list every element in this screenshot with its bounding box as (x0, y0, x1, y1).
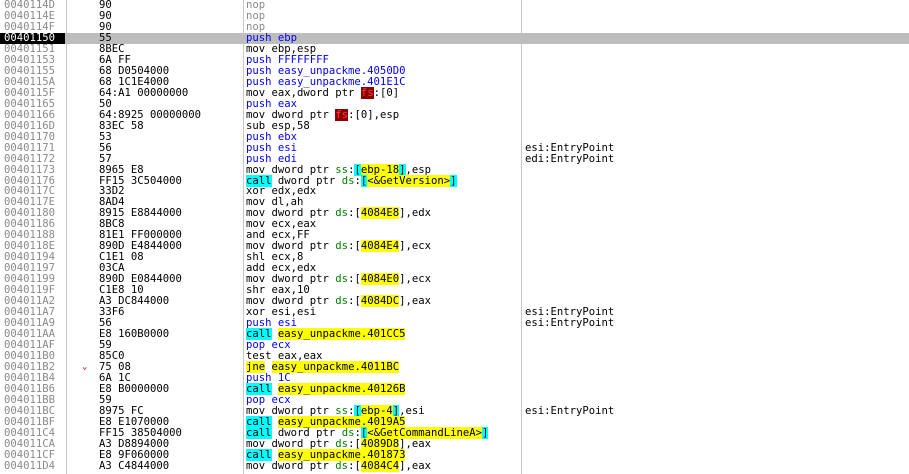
instruction-row[interactable]: 00401150 55 push ebp (0, 32, 909, 44)
address: 00401172 (4, 152, 56, 165)
instruction-token: mov dword ptr (246, 459, 336, 472)
instruction-row[interactable]: 00401170 53 push ebx (0, 130, 909, 143)
instruction-token: ],ecx (399, 240, 431, 253)
instruction-token: ds (341, 174, 355, 187)
instruction-token: ],eax (399, 295, 431, 308)
instruction-token: ,esp (405, 163, 432, 176)
disassembly-view[interactable]: 0040114D 90 nop 0040114E 90 nop 0040114F 90 nop 0… (0, 0, 909, 474)
instruction-token: ] (450, 174, 457, 187)
instruction-token: :[ (348, 295, 361, 308)
instruction-list: 0040114D 90 nop 0040114E 90 nop 0040114F 90 nop 0… (0, 0, 909, 472)
instruction-token: ds (335, 207, 349, 220)
instruction-row[interactable]: 004011B2 ⌄ 75 08 jne easy_unpackme.4011BC (0, 360, 909, 373)
instruction-token: :[ (348, 207, 361, 220)
address: 00401170 (4, 130, 56, 143)
address: 0040116D (4, 119, 56, 132)
comment: esi:EntryPoint (525, 317, 615, 330)
instruction-token: : (354, 174, 361, 187)
instruction-token: ds (335, 295, 349, 308)
opcode-bytes: 56 (99, 141, 112, 154)
instruction-token: ebp-18 (360, 163, 400, 176)
instruction-row[interactable]: 00401194 C1E1 08 shl ecx,8 (0, 252, 909, 263)
instruction-row[interactable]: 00401176 FF15 3C504000 call dword ptr ds:[… (0, 174, 909, 187)
address: 00401173 (4, 163, 56, 176)
instruction-token: easy_unpackme.40126B (277, 382, 406, 395)
address: 00401166 (4, 108, 56, 121)
instruction-token: 4084C4 (360, 459, 400, 472)
instruction-token: fs (335, 108, 349, 121)
opcode-bytes: A3 C4844000 (99, 459, 170, 472)
instruction-token: easy_unpackme.401CC5 (277, 328, 406, 341)
instruction-token: ds (335, 240, 349, 253)
instruction-token: <&GetVersion> (367, 174, 451, 187)
instruction-row[interactable]: 004011AF 59 pop ecx (0, 340, 909, 351)
instruction-row[interactable]: 00401151 8BEC mov ebp,esp (0, 43, 909, 55)
instruction-token: :[ (348, 273, 361, 286)
instruction-token: ],eax (399, 459, 431, 472)
opcode-bytes: 8965 E8 (99, 163, 144, 176)
instruction-row[interactable]: 0040115F 64:A1 00000000 mov eax,dword ptr … (0, 86, 909, 99)
instruction-row[interactable]: 004011B6 E8 B0000000 call easy_unpackme.40… (0, 382, 909, 395)
opcode-bytes: 64:A1 00000000 (99, 86, 189, 99)
instruction-row[interactable]: 004011D4 A3 C4844000 mov dword ptr ds:[408… (0, 459, 909, 472)
jump-arrow-icon: ⌄ (82, 361, 88, 372)
comment: esi:EntryPoint (525, 141, 615, 154)
address: 004011D4 (4, 459, 56, 472)
instruction-row[interactable]: 0040114F 90 nop (0, 21, 909, 33)
instruction-token: ds (335, 459, 349, 472)
instruction-token: 4084E0 (360, 273, 400, 286)
opcode-bytes: 53 (99, 130, 112, 143)
instruction-token: 4084DC (360, 295, 400, 308)
instruction-token: :[0] (373, 86, 400, 99)
instruction: mov dword ptr ds:[4084C4],eax (246, 459, 431, 472)
instruction-token: :[0],esp (348, 108, 400, 121)
comment: esi:EntryPoint (525, 404, 615, 417)
instruction-token: :[ (348, 437, 361, 450)
instruction-token: :[ (348, 240, 361, 253)
instruction-token: mov dword ptr (246, 437, 336, 450)
instruction-token: ],eax (399, 437, 431, 450)
opcode-bytes: 64:8925 00000000 (99, 108, 202, 121)
instruction-row[interactable]: 004011B0 85C0 test eax,eax (0, 351, 909, 362)
instruction-token: easy_unpackme.4011BC (271, 360, 400, 373)
opcode-bytes: 57 (99, 152, 112, 165)
instruction-row[interactable]: 0040114E 90 nop (0, 10, 909, 22)
opcode-bytes: 83EC 58 (99, 119, 144, 132)
instruction-row[interactable]: 004011A7 33F6 xor esi,esi esi:EntryPoint (0, 307, 909, 318)
instruction-row[interactable]: 004011AA E8 160B0000 call easy_unpackme.40… (0, 328, 909, 341)
instruction-token: :[ (348, 459, 361, 472)
instruction-token: ] (482, 426, 489, 439)
instruction-token: call (246, 415, 272, 428)
instruction-row[interactable]: 00401172 57 push edi edi:EntryPoint (0, 152, 909, 165)
instruction-row[interactable]: 0040114D 90 nop (0, 0, 909, 11)
instruction-row[interactable]: 0040116D 83EC 58 sub esp,58 (0, 119, 909, 132)
instruction-token: ds (335, 273, 349, 286)
instruction-row[interactable]: 00401180 8915 E8844000 mov dword ptr ds:[4… (0, 207, 909, 220)
instruction-row[interactable]: 00401171 56 push esi esi:EntryPoint (0, 141, 909, 154)
instruction-token: ],ecx (399, 273, 431, 286)
instruction-token: 4084E4 (360, 240, 400, 253)
instruction-token: 4084E8 (360, 207, 400, 220)
instruction-token: 4089D8 (360, 437, 400, 450)
instruction-row[interactable]: 0040117C 33D2 xor edx,edx (0, 186, 909, 197)
instruction-token: ds (335, 437, 349, 450)
comment: edi:EntryPoint (525, 152, 615, 165)
instruction-row[interactable]: 00401173 8965 E8 mov dword ptr ss:[ebp-18]… (0, 163, 909, 176)
instruction-token: ],edx (399, 207, 431, 220)
instruction-token: fs (360, 86, 374, 99)
address: 00401171 (4, 141, 56, 154)
instruction-row[interactable]: 00401166 64:8925 00000000 mov dword ptr fs… (0, 108, 909, 121)
instruction-row[interactable]: 004011A2 A3 DC844000 mov dword ptr ds:[408… (0, 295, 909, 308)
